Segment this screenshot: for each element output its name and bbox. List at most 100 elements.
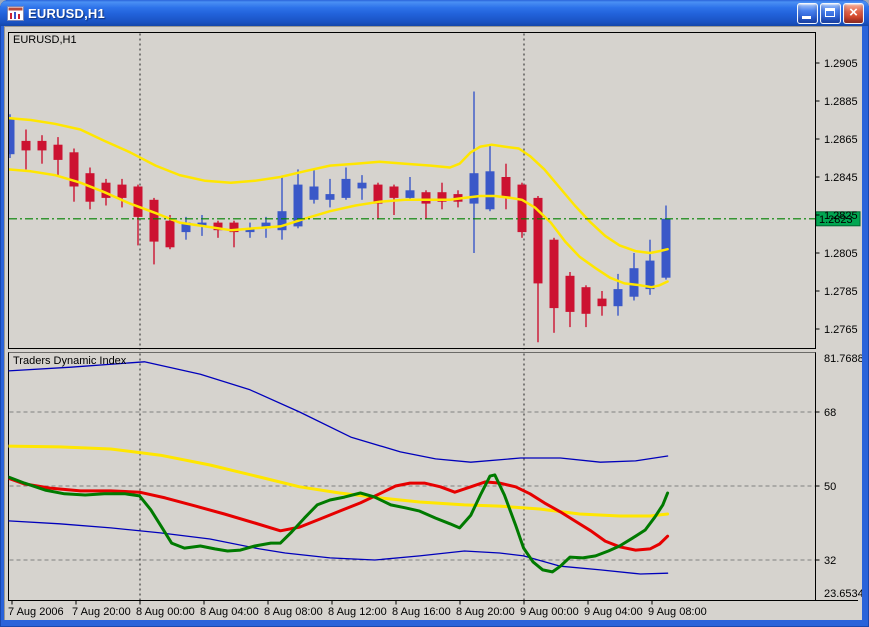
volatility-band-lower — [8, 521, 667, 574]
candle — [502, 164, 511, 210]
symbol-label: EURUSD,H1 — [13, 34, 77, 46]
candle-body — [470, 173, 479, 203]
candle — [230, 221, 239, 248]
volatility-band-upper — [8, 362, 667, 462]
maximize-button[interactable] — [820, 3, 841, 24]
candle — [278, 177, 287, 240]
indicator-max-label: 81.7688 — [824, 353, 862, 365]
candle-body — [150, 200, 159, 242]
candle-body — [630, 268, 639, 297]
indicator-level-label: 68 — [824, 407, 836, 419]
candle — [310, 169, 319, 203]
candle — [630, 253, 639, 301]
candle-body — [54, 145, 63, 160]
time-axis-label: 8 Aug 04:00 — [200, 606, 259, 618]
chart-app-icon — [7, 6, 24, 21]
price-tick-label: 1.2785 — [824, 286, 858, 298]
close-button[interactable]: × — [843, 3, 864, 24]
candle-body — [598, 299, 607, 307]
candle-body — [326, 194, 335, 200]
price-tick-label: 1.2865 — [824, 134, 858, 146]
window-title: EURUSD,H1 — [28, 6, 797, 21]
price-tick-label: 1.2805 — [824, 248, 858, 260]
candle — [518, 183, 527, 238]
candle — [422, 190, 431, 219]
time-axis-label: 7 Aug 2006 — [8, 606, 64, 618]
candle — [598, 291, 607, 316]
candle-body — [550, 240, 559, 308]
candle — [150, 198, 159, 265]
candle — [438, 183, 447, 210]
price-tick-label: 1.2825 — [824, 210, 858, 222]
candle-body — [582, 287, 591, 314]
candle — [134, 185, 143, 246]
time-axis-label: 9 Aug 08:00 — [648, 606, 707, 618]
candle-body — [166, 221, 175, 248]
time-axis-label: 8 Aug 20:00 — [456, 606, 515, 618]
candle — [358, 175, 367, 200]
price-tick-label: 1.2905 — [824, 58, 858, 70]
candle-body — [358, 183, 367, 189]
candle-body — [342, 179, 351, 198]
indicator-level-label: 32 — [824, 555, 836, 567]
candle-body — [310, 187, 319, 200]
price-axis[interactable]: 1.2905 1.2885 1.2865 1.2845 1.2825 1.2805 1.27… — [816, 58, 858, 336]
candle-body — [646, 261, 655, 290]
candle — [582, 285, 591, 327]
time-axis-label: 9 Aug 04:00 — [584, 606, 643, 618]
market-base-line — [8, 446, 667, 516]
candle — [566, 272, 575, 327]
candle — [38, 135, 47, 164]
price-tick-label: 1.2885 — [824, 96, 858, 108]
chart-client-area: 68503281.768823.65341.28231.29051.28851.… — [4, 26, 862, 620]
time-axis-label: 8 Aug 12:00 — [328, 606, 387, 618]
candle-body — [422, 192, 431, 203]
candle-body — [518, 185, 527, 233]
pane-splitter[interactable] — [9, 350, 816, 353]
time-axis-label: 8 Aug 00:00 — [136, 606, 195, 618]
candle — [54, 137, 63, 177]
candle — [342, 168, 351, 200]
candle — [662, 206, 671, 280]
candle-body — [502, 177, 511, 198]
candle-body — [406, 190, 415, 198]
candle — [534, 196, 543, 342]
candle-body — [486, 171, 495, 209]
indicator-title: Traders Dynamic Index — [13, 355, 127, 367]
candle — [406, 177, 415, 200]
candle-body — [614, 289, 623, 306]
close-icon: × — [844, 4, 863, 23]
candle — [182, 217, 191, 240]
candles-layer — [6, 92, 671, 343]
candle — [470, 92, 479, 254]
titlebar[interactable]: EURUSD,H1 × — [0, 0, 869, 26]
indicator-min-label: 23.6534 — [824, 588, 862, 600]
time-axis-label: 8 Aug 16:00 — [392, 606, 451, 618]
indicator-level-label: 50 — [824, 481, 836, 493]
candle — [486, 145, 495, 212]
minimize-button[interactable] — [797, 3, 818, 24]
candle-body — [134, 187, 143, 217]
time-axis-label: 9 Aug 00:00 — [520, 606, 579, 618]
price-tick-label: 1.2765 — [824, 324, 858, 336]
candle — [326, 179, 335, 208]
candle — [70, 149, 79, 202]
chart-canvas[interactable]: 68503281.768823.65341.28231.29051.28851.… — [4, 26, 862, 620]
candle — [550, 238, 559, 333]
indicator-levels: 68 50 32 81.7688 23.6534 — [10, 353, 863, 600]
candle-body — [662, 219, 671, 278]
chart-window: EURUSD,H1 × 68503281.768823.65341.28231.… — [0, 0, 869, 627]
candle-body — [118, 185, 127, 198]
candle-body — [6, 118, 15, 154]
candle — [22, 130, 31, 170]
time-axis-label: 8 Aug 08:00 — [264, 606, 323, 618]
candle-body — [390, 187, 399, 198]
candle — [6, 114, 15, 158]
window-controls: × — [797, 3, 864, 24]
indicator-pane[interactable] — [9, 353, 816, 601]
candle-body — [22, 141, 31, 151]
time-axis[interactable]: 7 Aug 2006 7 Aug 20:00 8 Aug 00:00 8 Aug 04… — [8, 601, 858, 619]
price-tick-label: 1.2845 — [824, 172, 858, 184]
time-axis-label: 7 Aug 20:00 — [72, 606, 131, 618]
candle-body — [566, 276, 575, 312]
